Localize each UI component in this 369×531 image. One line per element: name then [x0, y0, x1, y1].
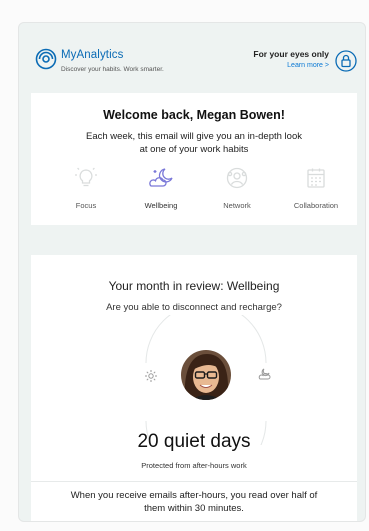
- moon-cloud-icon: [258, 368, 271, 380]
- network-icon: [226, 167, 248, 189]
- calendar-icon: [307, 168, 325, 188]
- review-question: Are you able to disconnect and recharge?: [106, 302, 282, 313]
- habit-label: Network: [223, 201, 251, 210]
- quiet-days-subtitle: Protected from after-hours work: [141, 461, 247, 470]
- review-title: Your month in review: Wellbeing: [108, 279, 280, 293]
- email-header: MyAnalytics Discover your habits. Work s…: [19, 23, 365, 89]
- habit-network[interactable]: Network: [207, 166, 267, 210]
- myanalytics-logo-icon: [35, 48, 57, 70]
- brand-tagline: Discover your habits. Work smarter.: [61, 66, 164, 73]
- habit-collaboration[interactable]: Collaboration: [286, 166, 346, 210]
- review-card: Your month in review: Wellbeing Are you …: [31, 255, 357, 521]
- email-container: MyAnalytics Discover your habits. Work s…: [18, 22, 366, 522]
- profile-photo: [181, 350, 231, 400]
- quiet-days-count: 20 quiet days: [137, 431, 251, 452]
- divider: [31, 481, 357, 482]
- habit-focus[interactable]: Focus: [56, 166, 116, 210]
- brand-name: MyAnalytics: [61, 49, 124, 61]
- lock-icon: [335, 50, 357, 72]
- welcome-card: Welcome back, Megan Bowen! Each week, th…: [31, 93, 357, 225]
- learn-more-link[interactable]: Learn more >: [287, 62, 329, 69]
- avatar: [181, 350, 231, 400]
- welcome-title: Welcome back, Megan Bowen!: [103, 108, 285, 122]
- moon-cloud-icon: [149, 168, 173, 187]
- habit-label: Collaboration: [293, 201, 339, 210]
- habit-label: Focus: [75, 201, 97, 210]
- intro-text: Each week, this email will give you an i…: [86, 131, 302, 155]
- habit-wellbeing[interactable]: Wellbeing: [131, 166, 191, 210]
- sun-icon: [145, 370, 157, 382]
- habit-label: Wellbeing: [144, 201, 178, 210]
- lightbulb-icon: [75, 167, 97, 187]
- privacy-label: For your eyes only: [253, 49, 329, 59]
- after-hours-text: When you receive emails after-hours, you…: [70, 490, 318, 514]
